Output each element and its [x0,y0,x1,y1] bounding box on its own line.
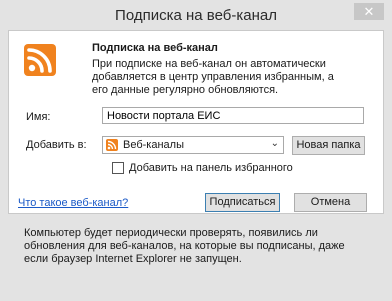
folder-select[interactable]: Веб-каналы ⌄ [102,136,284,154]
feed-name-input[interactable] [102,107,364,124]
name-label: Имя: [26,111,51,123]
add-to-label: Добавить в: [26,139,87,151]
content-panel: Подписка на веб-канал При подписке на ве… [8,30,384,214]
close-button[interactable]: ✕ [354,3,384,20]
close-icon: ✕ [363,4,375,19]
chevron-down-icon: ⌄ [270,138,279,149]
dialog-title: Подписка на веб-канал [115,7,277,24]
title-bar: Подписка на веб-канал ✕ [0,0,392,30]
favorites-bar-checkbox[interactable] [112,162,124,174]
subscribe-description: При подписке на веб-канал он автоматичес… [92,58,334,96]
subscribe-header: Подписка на веб-канал [92,42,218,54]
cancel-button[interactable]: Отмена [294,193,367,212]
background-update-info: Компьютер будет периодически проверять, … [24,227,345,265]
rss-icon [106,139,118,151]
favorites-bar-label: Добавить на панель избранного [129,162,293,174]
subscribe-button[interactable]: Подписаться [205,193,280,212]
what-is-feed-link[interactable]: Что такое веб-канал? [18,197,128,209]
rss-icon [24,44,56,76]
new-folder-button[interactable]: Новая папка [292,136,365,155]
folder-select-value: Веб-каналы [123,139,184,151]
subscribe-feed-dialog: Подписка на веб-канал ✕ Подписка на веб-… [0,0,392,301]
